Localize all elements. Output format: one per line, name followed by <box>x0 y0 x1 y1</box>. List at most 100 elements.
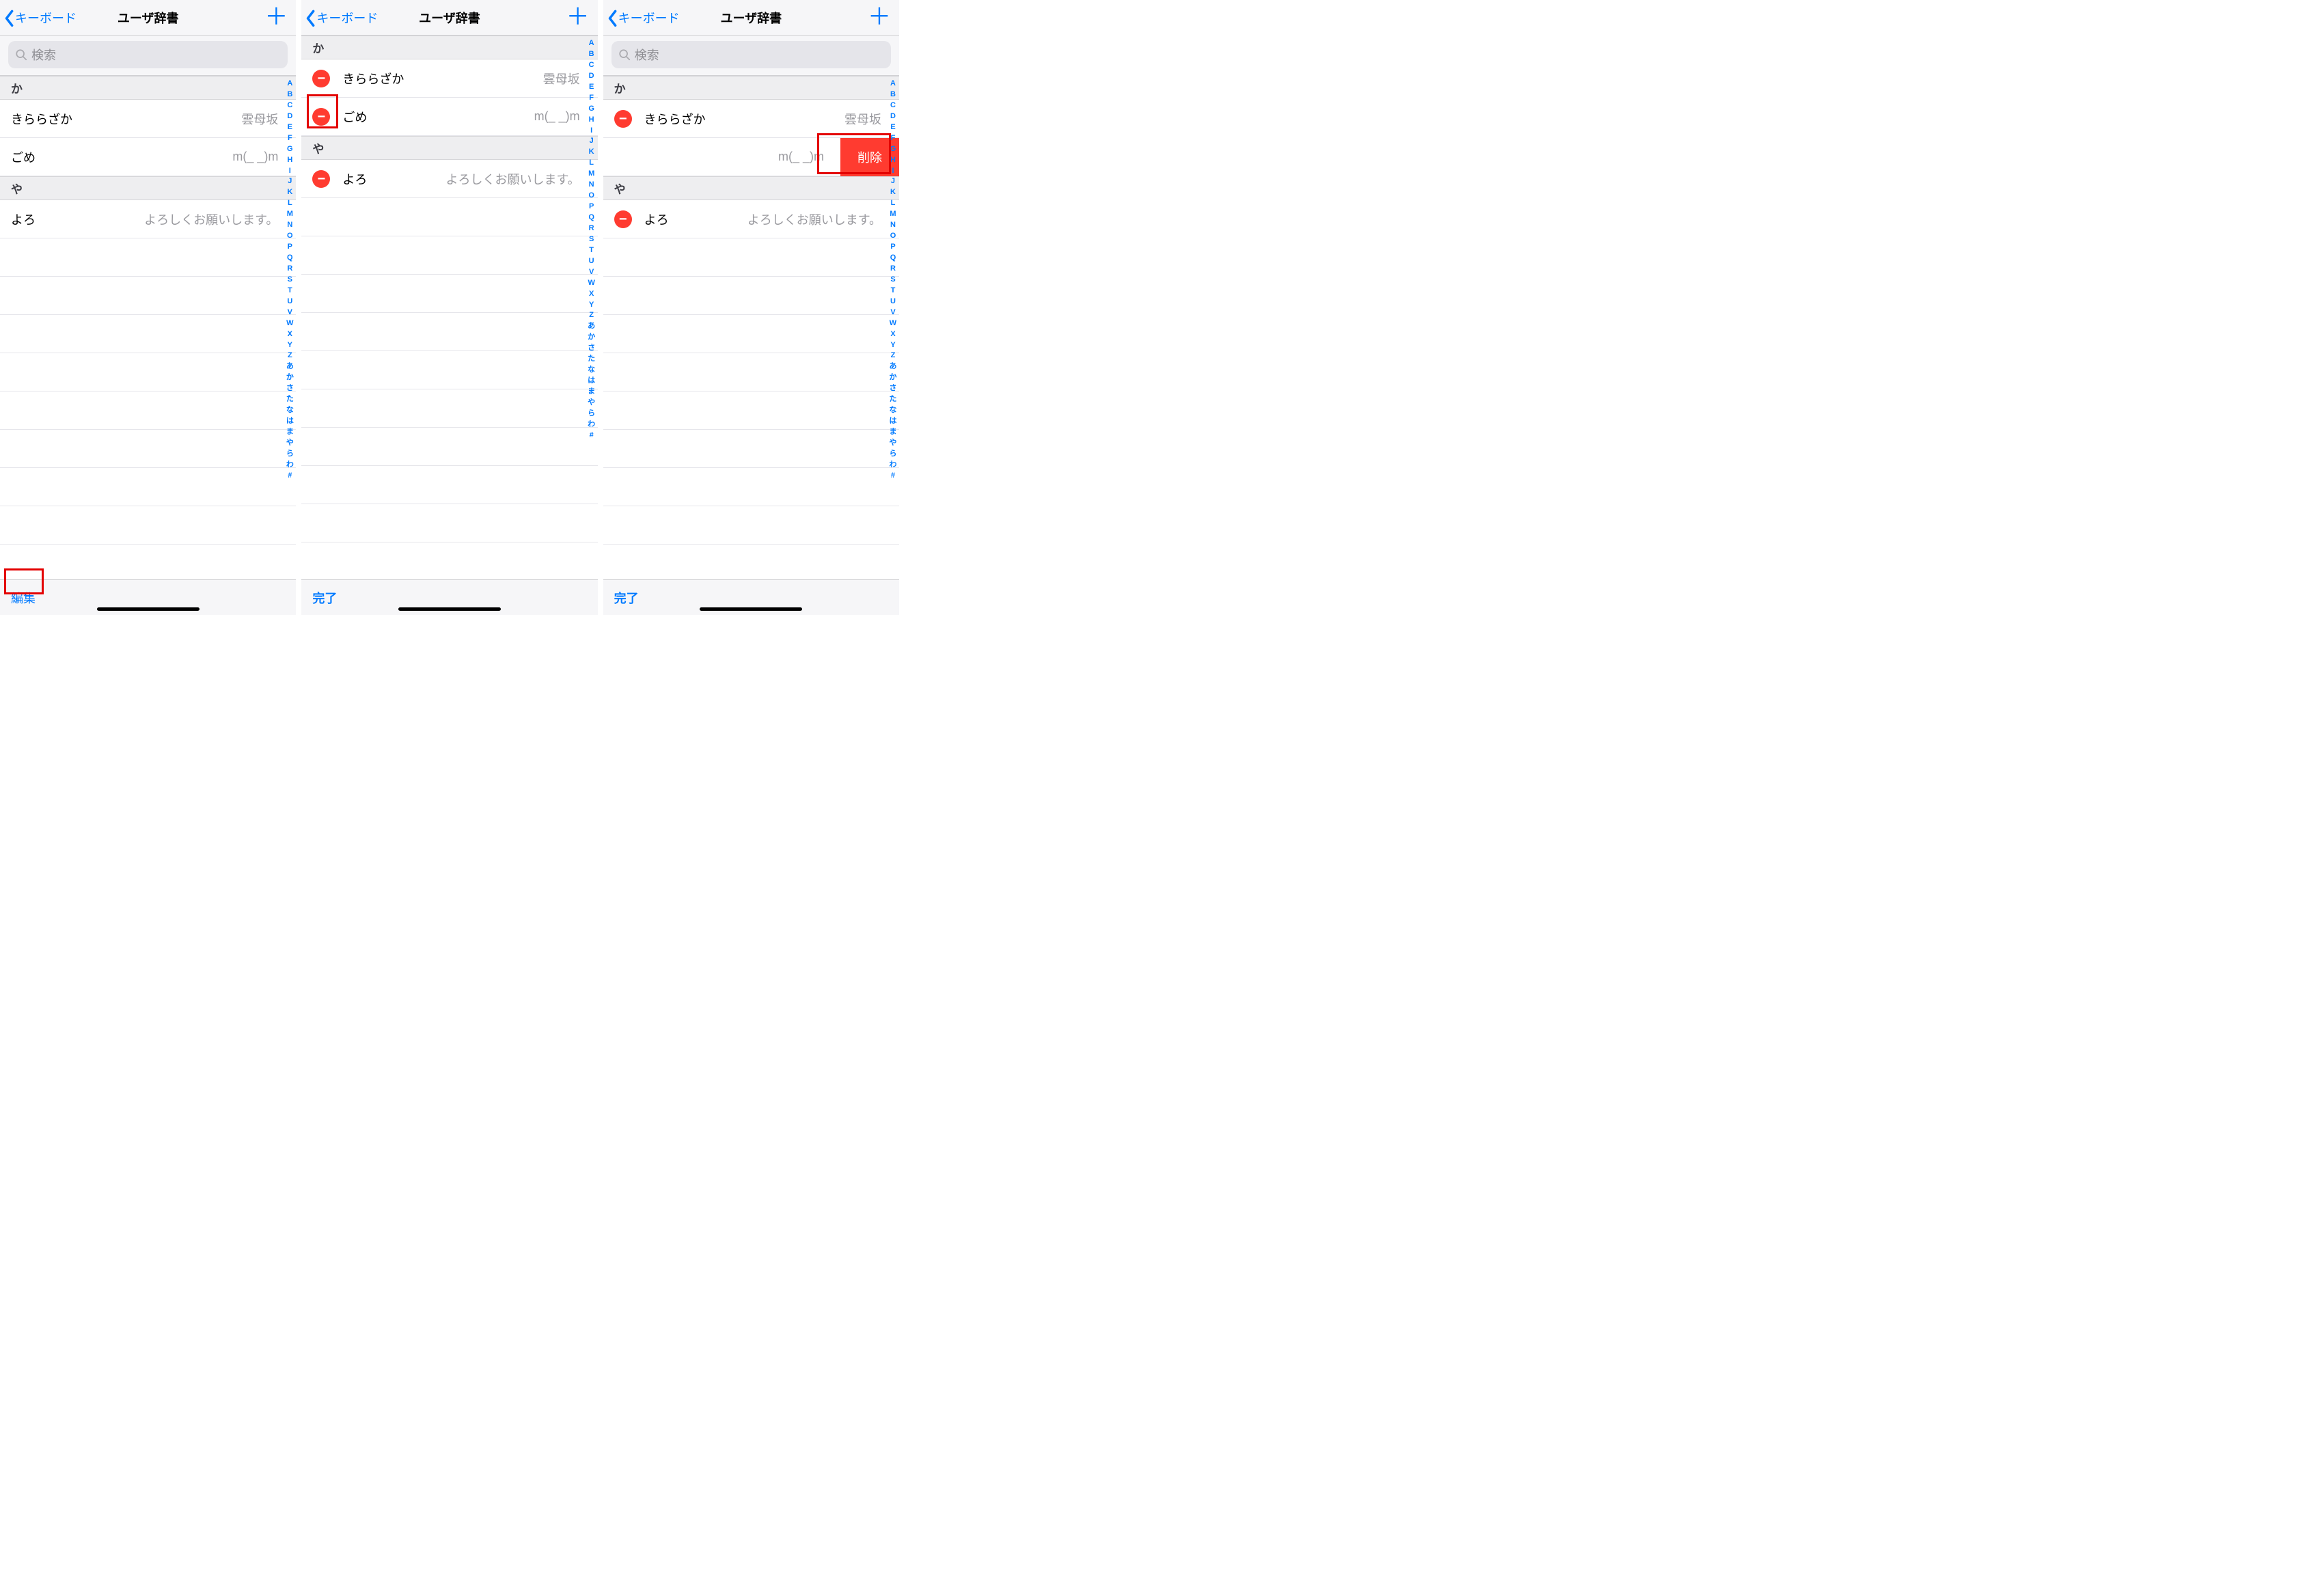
add-button[interactable]: ＋ <box>868 5 891 29</box>
index-letter[interactable]: N <box>589 180 594 191</box>
add-button[interactable]: ＋ <box>566 5 590 29</box>
list-item[interactable]: きららざか 雲母坂 <box>0 100 296 138</box>
index-letter[interactable]: N <box>890 220 896 231</box>
delete-toggle-icon[interactable]: − <box>614 110 632 128</box>
section-index[interactable]: ABCDEFGHIJKLMNOPQRSTUVWXYZあかさたなはまやらわ# <box>888 76 898 482</box>
index-letter[interactable]: た <box>286 394 294 405</box>
home-indicator[interactable] <box>97 607 200 611</box>
index-letter[interactable]: W <box>588 278 594 289</box>
index-letter[interactable]: C <box>890 100 896 111</box>
index-letter[interactable]: X <box>288 329 292 340</box>
index-letter[interactable]: D <box>890 111 896 122</box>
index-letter[interactable]: Y <box>288 340 292 351</box>
index-letter[interactable]: D <box>589 71 594 82</box>
index-letter[interactable]: G <box>890 144 896 155</box>
index-letter[interactable]: わ <box>588 419 595 430</box>
index-letter[interactable]: は <box>588 376 595 387</box>
back-button[interactable]: キーボード <box>0 9 77 27</box>
index-letter[interactable]: Y <box>890 340 895 351</box>
index-letter[interactable]: P <box>589 202 594 212</box>
index-letter[interactable]: か <box>588 332 595 343</box>
index-letter[interactable]: B <box>890 90 896 100</box>
index-letter[interactable]: G <box>287 144 293 155</box>
index-letter[interactable]: O <box>588 191 594 202</box>
index-letter[interactable]: E <box>890 122 895 133</box>
index-letter[interactable]: Z <box>589 310 594 321</box>
index-letter[interactable]: あ <box>588 321 595 332</box>
list-item[interactable]: − きららざか 雲母坂 <box>301 59 597 98</box>
index-letter[interactable]: T <box>589 245 594 256</box>
index-letter[interactable]: や <box>889 438 896 449</box>
delete-toggle-icon[interactable]: − <box>312 70 330 87</box>
index-letter[interactable]: F <box>288 133 292 144</box>
index-letter[interactable]: A <box>287 79 292 90</box>
index-letter[interactable]: # <box>590 430 594 441</box>
index-letter[interactable]: V <box>890 307 895 318</box>
word-list[interactable]: か − きららざか 雲母坂 − ごめ m(_ _)m や − よろ よろしくお願… <box>301 36 597 579</box>
index-letter[interactable]: K <box>287 187 292 198</box>
index-letter[interactable]: な <box>286 405 294 416</box>
index-letter[interactable]: I <box>289 166 291 177</box>
index-letter[interactable]: Q <box>588 212 594 223</box>
index-letter[interactable]: J <box>288 176 292 187</box>
index-letter[interactable]: や <box>286 438 294 449</box>
index-letter[interactable]: V <box>589 267 594 278</box>
index-letter[interactable]: Z <box>288 350 292 361</box>
index-letter[interactable]: O <box>287 231 293 242</box>
index-letter[interactable]: さ <box>588 343 595 354</box>
index-letter[interactable]: た <box>889 394 896 405</box>
index-letter[interactable]: さ <box>286 383 294 394</box>
index-letter[interactable]: G <box>588 104 594 115</box>
index-letter[interactable]: R <box>890 264 896 275</box>
index-letter[interactable]: ま <box>889 427 896 438</box>
index-letter[interactable]: I <box>590 126 592 137</box>
index-letter[interactable]: H <box>589 115 594 126</box>
index-letter[interactable]: K <box>589 147 594 158</box>
index-letter[interactable]: わ <box>286 460 294 471</box>
add-button[interactable]: ＋ <box>264 5 288 29</box>
index-letter[interactable]: や <box>588 398 595 409</box>
index-letter[interactable]: V <box>288 307 292 318</box>
index-letter[interactable]: M <box>287 209 293 220</box>
index-letter[interactable]: K <box>890 187 896 198</box>
index-letter[interactable]: R <box>287 264 292 275</box>
index-letter[interactable]: U <box>589 256 594 267</box>
index-letter[interactable]: は <box>889 416 896 427</box>
index-letter[interactable]: L <box>891 198 896 209</box>
index-letter[interactable]: た <box>588 354 595 365</box>
word-list[interactable]: か きららざか 雲母坂 ごめ m(_ _)m や よろ よろしくお願いします。 … <box>0 76 296 579</box>
index-letter[interactable]: W <box>890 318 896 329</box>
index-letter[interactable]: H <box>287 155 292 166</box>
index-letter[interactable]: B <box>287 90 292 100</box>
index-letter[interactable]: ら <box>286 449 294 460</box>
index-letter[interactable]: T <box>891 286 896 297</box>
index-letter[interactable]: T <box>288 286 292 297</box>
done-button[interactable]: 完了 <box>312 589 337 607</box>
index-letter[interactable]: な <box>889 405 896 416</box>
done-button[interactable]: 完了 <box>614 589 639 607</box>
index-letter[interactable]: わ <box>889 460 896 471</box>
index-letter[interactable]: S <box>890 275 895 286</box>
index-letter[interactable]: M <box>890 209 896 220</box>
index-letter[interactable]: U <box>890 297 896 307</box>
index-letter[interactable]: # <box>891 471 895 482</box>
index-letter[interactable]: A <box>890 79 896 90</box>
section-index[interactable]: ABCDEFGHIJKLMNOPQRSTUVWXYZあかさたなはまやらわ# <box>284 76 295 482</box>
index-letter[interactable]: X <box>890 329 895 340</box>
index-letter[interactable]: Q <box>890 253 896 264</box>
index-letter[interactable]: あ <box>286 361 294 372</box>
index-letter[interactable]: P <box>890 242 895 253</box>
back-button[interactable]: キーボード <box>603 9 680 27</box>
index-letter[interactable]: C <box>287 100 292 111</box>
index-letter[interactable]: X <box>589 289 594 300</box>
list-item[interactable]: − きららざか 雲母坂 <box>603 100 899 138</box>
index-letter[interactable]: B <box>589 49 594 60</box>
index-letter[interactable]: J <box>891 176 895 187</box>
search-input[interactable]: 検索 <box>611 41 891 68</box>
index-letter[interactable]: O <box>890 231 896 242</box>
index-letter[interactable]: あ <box>889 361 896 372</box>
list-item[interactable]: よろ よろしくお願いします。 <box>0 200 296 238</box>
index-letter[interactable]: R <box>589 223 594 234</box>
index-letter[interactable]: か <box>286 372 294 383</box>
list-item-swiped[interactable]: ごめ m(_ _)m 削除 <box>603 138 899 176</box>
